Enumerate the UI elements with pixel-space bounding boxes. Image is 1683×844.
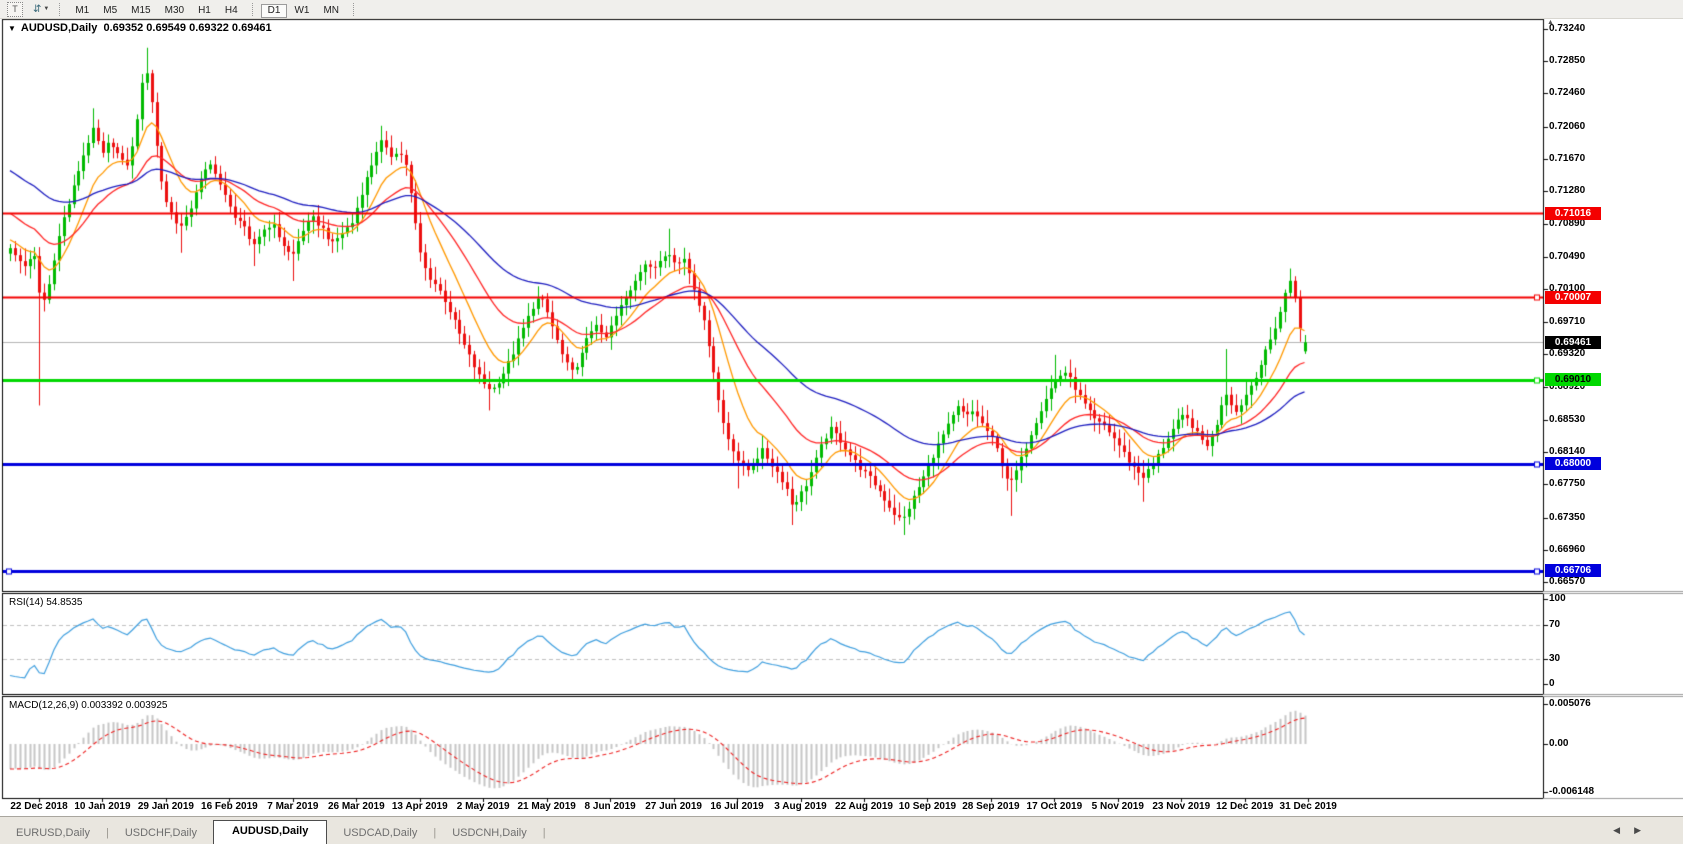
price-tag-0.69010: 0.69010 bbox=[1545, 373, 1601, 386]
toolbar-grip bbox=[59, 3, 62, 16]
timeframe-group: M1M5M15M30H1H4 bbox=[68, 0, 244, 18]
rsi-axis-tick: 0 bbox=[1549, 678, 1555, 689]
chart-dropdown-icon[interactable]: ▼ bbox=[8, 24, 16, 33]
price-tag-0.70007: 0.70007 bbox=[1545, 291, 1601, 304]
price-axis-tick: 0.69320 bbox=[1549, 348, 1585, 359]
timeframe-button-m30[interactable]: M30 bbox=[158, 4, 191, 18]
tab-scroll-right-icon[interactable]: ▶ bbox=[1634, 825, 1655, 835]
rsi-axis-tick: 70 bbox=[1549, 619, 1560, 630]
timeframe-button-w1[interactable]: W1 bbox=[287, 4, 316, 18]
chart-tab-eurusd[interactable]: EURUSD,Daily bbox=[0, 823, 106, 844]
text-tool-icon: T bbox=[7, 2, 23, 17]
text-tool-button[interactable]: T bbox=[4, 2, 26, 17]
price-axis-tick: 0.73240 bbox=[1549, 23, 1585, 34]
price-axis-tick: 0.67350 bbox=[1549, 512, 1585, 523]
rsi-axis-tick: 30 bbox=[1549, 653, 1560, 664]
tab-scroll-arrows: ◀▶ bbox=[1613, 825, 1655, 836]
top-toolbar: T ⇵ ▼ M1M5M15M30H1H4 D1W1MN bbox=[0, 0, 1683, 19]
cursor-mode-button[interactable]: ⇵ ▼ bbox=[30, 2, 52, 17]
price-axis-tick: 0.67750 bbox=[1549, 478, 1585, 489]
tab-scroll-left-icon[interactable]: ◀ bbox=[1613, 825, 1634, 835]
macd-axis-tick: 0.00 bbox=[1549, 738, 1568, 749]
price-axis-tick: 0.68140 bbox=[1549, 446, 1585, 457]
arrows-icon: ⇵ bbox=[33, 4, 40, 15]
chart-tab-audusd[interactable]: AUDUSD,Daily bbox=[213, 820, 327, 844]
chart-title: ▼ AUDUSD,Daily 0.69352 0.69549 0.69322 0.… bbox=[8, 22, 272, 34]
price-tag-0.69461: 0.69461 bbox=[1545, 336, 1601, 349]
chart-tab-usdcnh[interactable]: USDCNH,Daily bbox=[436, 823, 543, 844]
chart-canvas[interactable] bbox=[0, 0, 1683, 844]
macd-axis-tick: -0.006148 bbox=[1549, 786, 1594, 797]
price-axis-tick: 0.72460 bbox=[1549, 87, 1585, 98]
price-axis-tick: 0.71670 bbox=[1549, 153, 1585, 164]
price-axis-tick: 0.70490 bbox=[1549, 251, 1585, 262]
toolbar-grip bbox=[353, 3, 356, 16]
timeframe-button-m15[interactable]: M15 bbox=[124, 4, 157, 18]
price-axis-tick: 0.68530 bbox=[1549, 414, 1585, 425]
timeframe-group: D1W1MN bbox=[261, 0, 346, 18]
toolbar-grip bbox=[252, 3, 255, 16]
chart-tabbar: EURUSD,Daily|USDCHF,DailyAUDUSD,DailyUSD… bbox=[0, 816, 1683, 844]
timeframe-button-m5[interactable]: M5 bbox=[96, 4, 124, 18]
chart-tab-usdcad[interactable]: USDCAD,Daily bbox=[327, 823, 433, 844]
timeframe-button-h1[interactable]: H1 bbox=[191, 4, 218, 18]
chart-symbol-label: AUDUSD,Daily bbox=[21, 22, 97, 34]
price-axis-tick: 0.72850 bbox=[1549, 55, 1585, 66]
axis-scroll-up-icon[interactable]: ▲ bbox=[1547, 19, 1554, 26]
price-tag-0.71016: 0.71016 bbox=[1545, 207, 1601, 220]
timeframe-button-m1[interactable]: M1 bbox=[68, 4, 96, 18]
tab-separator: | bbox=[543, 827, 546, 844]
chart-ohlc-quote: 0.69352 0.69549 0.69322 0.69461 bbox=[103, 22, 271, 34]
price-axis-tick: 0.71280 bbox=[1549, 185, 1585, 196]
rsi-indicator-label: RSI(14) 54.8535 bbox=[9, 597, 82, 608]
macd-indicator-label: MACD(12,26,9) 0.003392 0.003925 bbox=[9, 700, 167, 711]
price-tag-0.66706: 0.66706 bbox=[1545, 564, 1601, 577]
price-axis-tick: 0.66960 bbox=[1549, 544, 1585, 555]
dropdown-caret-icon: ▼ bbox=[43, 6, 49, 12]
trading-app-window: T ⇵ ▼ M1M5M15M30H1H4 D1W1MN ▼ AUDUSD,Dail… bbox=[0, 0, 1683, 844]
price-axis-tick: 0.72060 bbox=[1549, 121, 1585, 132]
timeframe-button-d1[interactable]: D1 bbox=[261, 4, 288, 18]
price-axis-tick: 0.69710 bbox=[1549, 316, 1585, 327]
price-tag-0.68000: 0.68000 bbox=[1545, 457, 1601, 470]
timeframe-button-mn[interactable]: MN bbox=[316, 4, 346, 18]
macd-axis-tick: 0.005076 bbox=[1549, 698, 1591, 709]
rsi-axis-tick: 100 bbox=[1549, 593, 1566, 604]
price-axis-tick: 0.66570 bbox=[1549, 576, 1585, 587]
date-axis-label: 31 Dec 2019 bbox=[1263, 801, 1353, 812]
chart-tab-usdchf[interactable]: USDCHF,Daily bbox=[109, 823, 213, 844]
timeframe-button-h4[interactable]: H4 bbox=[218, 4, 245, 18]
